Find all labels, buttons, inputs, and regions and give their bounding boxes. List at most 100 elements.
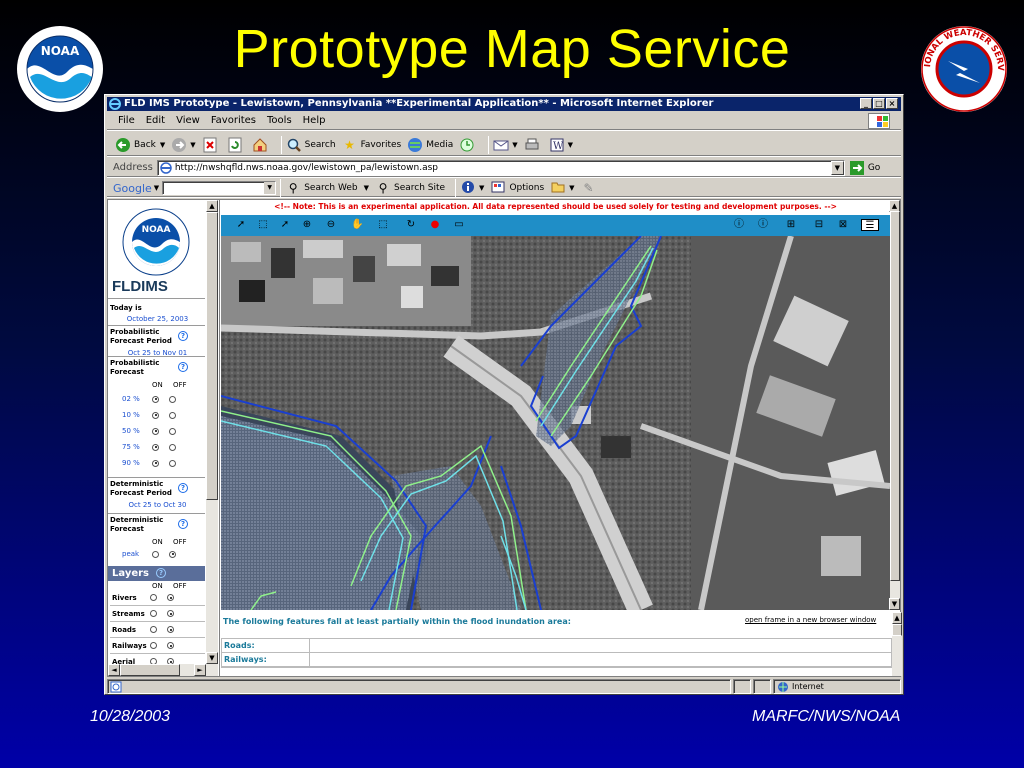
layer-on-radio[interactable] [150, 594, 157, 601]
menu-favorites[interactable]: Favorites [208, 112, 259, 130]
prob-on-radio[interactable] [152, 395, 159, 403]
prob-off-radio[interactable] [169, 427, 176, 435]
layer-off-radio[interactable] [167, 610, 174, 617]
select-tool-icon[interactable]: ⬚ [257, 219, 269, 231]
menu-tools[interactable]: Tools [264, 112, 295, 130]
features-scrollbar[interactable]: ▲ [892, 612, 902, 676]
prob-period-help-icon[interactable]: ? [178, 331, 188, 341]
det-on-radio[interactable] [152, 550, 159, 558]
identify-tool-icon[interactable]: ➚ [279, 219, 291, 231]
det-off-radio[interactable] [169, 550, 176, 558]
media-button[interactable]: Media [407, 134, 453, 156]
hydro-tool-icon[interactable]: ⊠ [837, 219, 849, 231]
scroll-right-icon[interactable]: ► [194, 664, 206, 676]
aerial-map[interactable] [221, 236, 890, 610]
refresh-button[interactable] [227, 134, 246, 156]
forward-dropdown-icon[interactable]: ▼ [190, 141, 195, 149]
layer-off-radio[interactable] [167, 594, 174, 601]
legend-icon[interactable]: ☰ [861, 219, 879, 231]
edit-dropdown-icon[interactable]: ▼ [568, 141, 573, 149]
google-logo[interactable]: Google [113, 182, 152, 195]
options-button[interactable]: Options [490, 177, 544, 199]
pan-hand-icon[interactable]: ✋ [351, 219, 363, 231]
features-scroll-up-icon[interactable]: ▲ [892, 612, 902, 624]
features-scroll-thumb[interactable] [892, 624, 902, 636]
prob-on-radio[interactable] [152, 427, 159, 435]
search-web-dropdown-icon[interactable]: ▼ [364, 184, 369, 192]
left-scrollbar[interactable]: ▲ ▼ [206, 200, 218, 676]
refresh-map-icon[interactable]: ↻ [405, 219, 417, 231]
measure-tool-icon[interactable]: ⊟ [813, 219, 825, 231]
search-button[interactable]: Search [286, 134, 336, 156]
left-scroll-thumb[interactable] [206, 212, 218, 500]
folder-dropdown-icon[interactable]: ▼ [569, 184, 574, 192]
search-site-button[interactable]: ⚲ Search Site [375, 177, 445, 199]
prob-off-radio[interactable] [169, 459, 176, 467]
zoom-in-icon[interactable]: ⊕ [301, 219, 313, 231]
prob-forecast-help-icon[interactable]: ? [178, 362, 188, 372]
scroll-up-icon[interactable]: ▲ [206, 200, 218, 212]
forward-button[interactable]: ▼ [171, 134, 196, 156]
prob-row: 02 % [110, 391, 205, 407]
map-scroll-down-icon[interactable]: ▼ [889, 598, 900, 610]
prob-off-radio[interactable] [169, 443, 176, 451]
menu-edit[interactable]: Edit [143, 112, 168, 130]
prob-on-radio[interactable] [152, 459, 159, 467]
address-bar: Address http://nwshqfld.nws.noaa.gov/lew… [107, 158, 901, 178]
left-hscrollbar[interactable]: ◄ ► [108, 664, 218, 676]
go-button[interactable]: Go [849, 157, 880, 179]
back-button[interactable]: Back ▼ [115, 134, 165, 156]
history-button[interactable] [459, 134, 478, 156]
highlight-button[interactable]: ✎ [581, 177, 600, 199]
page-info-button[interactable]: ▼ [460, 177, 484, 199]
map-scrollbar[interactable]: ▲ ▼ [889, 200, 900, 610]
layer-on-radio[interactable] [150, 626, 157, 633]
det-forecast-help-icon[interactable]: ? [178, 519, 188, 529]
scroll-left-icon[interactable]: ◄ [108, 664, 120, 676]
layer-on-radio[interactable] [150, 610, 157, 617]
layer-off-radio[interactable] [167, 642, 174, 649]
record-icon[interactable]: ● [429, 219, 441, 231]
map-scroll-thumb[interactable] [890, 211, 900, 581]
prob-off-radio[interactable] [169, 411, 176, 419]
layer-on-radio[interactable] [150, 642, 157, 649]
layers-help-icon[interactable]: ? [156, 568, 166, 578]
folder-button[interactable]: ▼ [550, 177, 575, 199]
address-dropdown-icon[interactable]: ▼ [830, 160, 844, 175]
google-dropdown-icon[interactable]: ▼ [154, 184, 159, 192]
open-new-window-link[interactable]: open frame in a new browser window [745, 616, 876, 624]
det-period-help-icon[interactable]: ? [178, 483, 188, 493]
print-button[interactable] [524, 134, 543, 156]
left-hscroll-thumb[interactable] [120, 664, 180, 676]
edit-button[interactable]: W ▼ [549, 134, 573, 156]
full-extent-icon[interactable]: ⬚ [377, 219, 389, 231]
stop-button[interactable] [202, 134, 221, 156]
favorites-button[interactable]: ★ Favorites [342, 134, 401, 156]
prob-off-radio[interactable] [169, 395, 176, 403]
menu-view[interactable]: View [173, 112, 203, 130]
minimize-button[interactable]: _ [860, 98, 872, 109]
water-info-icon[interactable]: ⓘ [757, 219, 769, 231]
gauge-tool-icon[interactable]: ⊞ [785, 219, 797, 231]
menu-help[interactable]: Help [300, 112, 329, 130]
page-info-dropdown-icon[interactable]: ▼ [479, 184, 484, 192]
menu-file[interactable]: File [115, 112, 138, 130]
google-input-dropdown-icon[interactable]: ▼ [264, 182, 276, 194]
home-button[interactable] [252, 134, 271, 156]
info-tool-icon[interactable]: ⓘ [733, 219, 745, 231]
back-dropdown-icon[interactable]: ▼ [160, 141, 165, 149]
maximize-button[interactable]: □ [873, 98, 885, 109]
scroll-down-icon[interactable]: ▼ [206, 652, 218, 664]
close-button[interactable]: × [886, 98, 898, 109]
prob-on-radio[interactable] [152, 411, 159, 419]
mail-button[interactable]: ▼ [493, 134, 518, 156]
print-map-icon[interactable]: ▭ [453, 219, 465, 231]
layer-off-radio[interactable] [167, 626, 174, 633]
mail-dropdown-icon[interactable]: ▼ [512, 141, 517, 149]
google-search-input[interactable]: ▼ [162, 181, 277, 195]
address-input[interactable]: http://nwshqfld.nws.noaa.gov/lewistown_p… [156, 159, 845, 176]
pointer-tool-icon[interactable]: ➚ [235, 219, 247, 231]
zoom-out-icon[interactable]: ⊖ [325, 219, 337, 231]
search-web-button[interactable]: ⚲ Search Web [285, 177, 358, 199]
prob-on-radio[interactable] [152, 443, 159, 451]
